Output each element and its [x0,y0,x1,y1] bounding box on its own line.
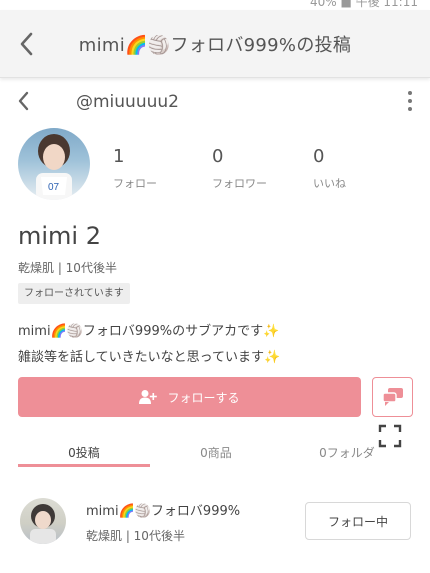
follow-button[interactable]: フォローする [18,377,361,417]
following-button[interactable]: フォロー中 [305,502,411,540]
svg-text:07: 07 [48,182,60,193]
content-tabs: 0投稿 0商品 0フォルダ [0,436,430,468]
tab-products[interactable]: 0商品 [150,444,282,461]
bio-text-2: 雑談等を話していきたいなと思っています [18,350,264,365]
likes-count: 0 [313,146,325,167]
profile-meta: 乾燥肌 | 10代後半 [18,261,117,275]
page-title: mimi🌈🏐フォロバ999%の投稿 [78,35,352,56]
list-item-meta: 乾燥肌 | 10代後半 [86,529,185,543]
add-user-icon [139,390,158,404]
followers-stat[interactable]: 0 フォロワー [212,146,282,191]
list-item-name: mimi🌈🏐フォロバ999% [86,504,241,519]
sparkle-icon: ✨ [263,324,280,339]
profile-avatar[interactable]: 07 [18,128,90,200]
user-handle: @miuuuuu2 [76,92,179,112]
outer-header: mimi🌈🏐フォロバ999%の投稿 [0,10,430,78]
list-item[interactable]: mimi🌈🏐フォロバ999% 乾燥肌 | 10代後半 フォロー中 [0,492,430,558]
sparkle-icon: ✨ [263,350,281,365]
follow-button-label: フォローする [167,390,240,405]
followers-label: フォロワー [212,177,267,190]
status-bar: 40% ■ 午後 11:11 [0,0,430,10]
avatar-photo [30,504,56,544]
chat-bubbles-icon [381,388,403,406]
status-text: 40% ■ 午後 11:11 [309,0,418,9]
followers-count: 0 [212,146,224,167]
likes-label: いいね [313,177,346,190]
active-tab-indicator [18,464,150,467]
tab-folders[interactable]: 0フォルダ [282,444,412,461]
list-item-avatar[interactable] [20,498,66,544]
profile-name: mimi 2 [18,222,101,250]
likes-stat[interactable]: 0 いいね [313,146,383,191]
tab-posts[interactable]: 0投稿 [18,444,150,461]
bio-text-1: mimi🌈🏐フォロバ999%のサブアカです [18,324,264,339]
profile-back-button[interactable] [12,89,34,113]
following-count: 1 [113,146,125,167]
following-label: フォロー [113,177,157,190]
chevron-left-icon [18,91,29,111]
message-button[interactable] [372,377,413,417]
bottom-nav-partial [0,563,430,573]
bio-line-2: 雑談等を話していきたいなと思っています✨ [18,346,280,365]
bio-line-1: mimi🌈🏐フォロバ999%のサブアカです✨ [18,320,279,339]
profile-header: @miuuuuu2 [0,80,430,124]
avatar-photo: 07 [36,134,72,200]
following-stat[interactable]: 1 フォロー [113,146,183,191]
more-options-icon[interactable] [406,91,414,111]
followed-badge: フォローされています [18,283,130,304]
